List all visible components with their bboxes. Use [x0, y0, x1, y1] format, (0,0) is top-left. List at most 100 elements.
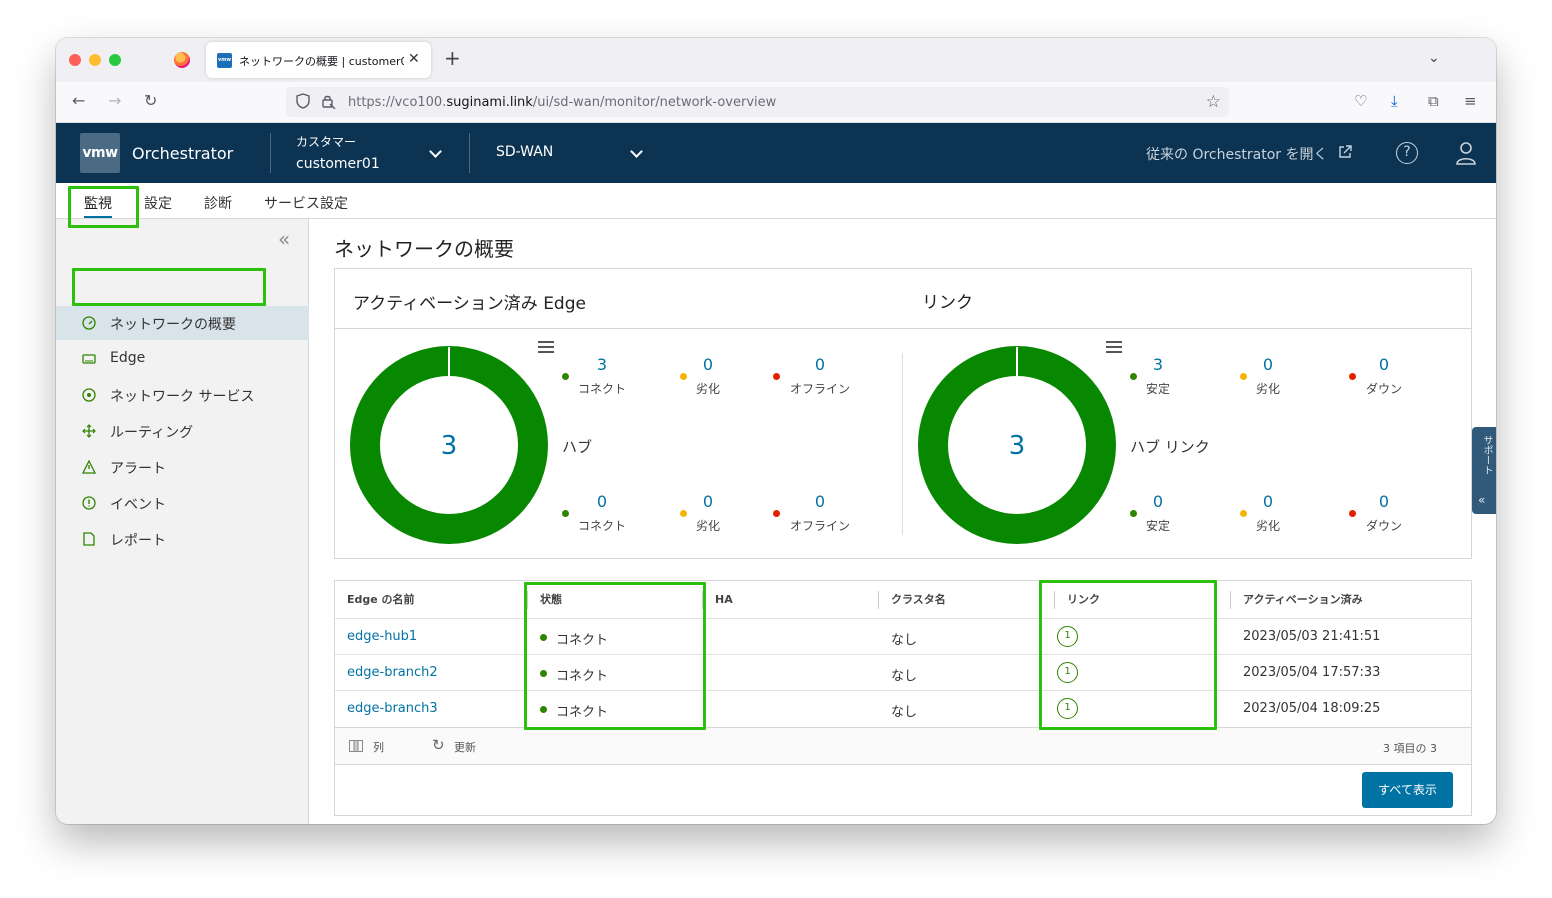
status-connected-dot — [540, 670, 547, 677]
stat-label: 劣化 — [1255, 519, 1280, 533]
minimize-window-button[interactable] — [89, 54, 101, 66]
links-card-title: リンク — [922, 293, 973, 313]
edges-chart-menu-icon[interactable] — [538, 341, 554, 353]
column-separator — [1230, 591, 1231, 609]
close-window-button[interactable] — [69, 54, 81, 66]
edges-stat-connected[interactable]: 3 コネクト — [557, 355, 647, 397]
column-header-status[interactable]: 状態 — [540, 581, 562, 618]
links-stat-stable[interactable]: 3 安定 — [1113, 355, 1203, 397]
stat-value: 3 — [596, 355, 608, 374]
table-row[interactable]: edge-hub1 コネクト なし 1 2023/05/03 21:41:51 — [335, 618, 1471, 654]
edges-total: 3 — [441, 431, 458, 461]
edges-stat-degraded[interactable]: 0 劣化 — [663, 355, 753, 397]
pocket-icon[interactable]: ♡ — [1354, 92, 1367, 110]
column-header-edge-name[interactable]: Edge の名前 — [347, 581, 415, 618]
lock-icon[interactable] — [320, 93, 336, 109]
tab-configure[interactable]: 設定 — [144, 193, 172, 213]
refresh-label: 更新 — [454, 741, 476, 754]
extensions-icon[interactable]: ⧉ — [1428, 92, 1439, 110]
list-tabs-chevron-icon[interactable]: ⌄ — [1428, 50, 1440, 66]
browser-nav-bar: ← → ↻ https://vco100.suginami.link/ui/sd… — [56, 82, 1496, 123]
external-link-icon[interactable] — [1338, 145, 1352, 159]
collapse-sidebar-icon[interactable]: « — [278, 227, 290, 251]
chevron-down-icon[interactable] — [429, 145, 442, 158]
tab-diagnostics[interactable]: 診断 — [204, 193, 232, 213]
links-chart-menu-icon[interactable] — [1106, 341, 1122, 353]
links-stat-degraded[interactable]: 0 劣化 — [1223, 355, 1313, 397]
edge-link-count[interactable]: 1 — [1057, 698, 1078, 719]
column-header-cluster[interactable]: クラスタ名 — [891, 581, 946, 618]
tab-service-settings[interactable]: サービス設定 — [264, 193, 348, 213]
edge-table: Edge の名前 状態 HA クラスタ名 リンク アクティベーション済み edg… — [335, 581, 1471, 765]
table-row[interactable]: edge-branch3 コネクト なし 1 2023/05/04 18:09:… — [335, 690, 1471, 726]
maximize-window-button[interactable] — [109, 54, 121, 66]
sidebar: « ネットワークの概要 Edge ネットワーク サービス ルーティング アラート… — [56, 219, 309, 824]
column-header-activated[interactable]: アクティベーション済み — [1243, 581, 1363, 618]
links-stat-down[interactable]: 0 ダウン — [1339, 355, 1429, 397]
column-header-links[interactable]: リンク — [1067, 581, 1100, 618]
links-stat-degraded[interactable]: 0 劣化 — [1223, 492, 1313, 534]
sidebar-item-label: ルーティング — [110, 425, 194, 441]
links-stat-stable[interactable]: 0 安定 — [1113, 492, 1203, 534]
customer-value: customer01 — [296, 156, 380, 172]
support-side-tab[interactable]: サポート « — [1472, 427, 1496, 514]
address-bar[interactable]: https://vco100.suginami.link/ui/sd-wan/m… — [286, 87, 1229, 117]
edges-stat-degraded[interactable]: 0 劣化 — [663, 492, 753, 534]
downloads-icon[interactable]: ⤓ — [1391, 92, 1398, 110]
hamburger-menu-icon[interactable]: ≡ — [1464, 92, 1477, 110]
open-legacy-orchestrator-link[interactable]: 従来の Orchestrator を開く — [1146, 144, 1327, 164]
sidebar-item-routing[interactable]: ルーティング — [56, 414, 309, 448]
sidebar-item-events[interactable]: イベント — [56, 486, 309, 520]
columns-icon — [349, 740, 363, 752]
tab-monitor[interactable]: 監視 — [84, 193, 112, 218]
new-tab-button[interactable]: + — [444, 48, 461, 68]
chevron-down-icon[interactable] — [630, 145, 643, 158]
stat-label: 劣化 — [695, 519, 720, 533]
links-stat-down[interactable]: 0 ダウン — [1339, 492, 1429, 534]
close-tab-icon[interactable]: ✕ — [408, 51, 420, 67]
tab-strip: vmw ネットワークの概要 | customer01 ✕ + ⌄ — [56, 38, 1496, 82]
stat-value: 0 — [1262, 492, 1274, 511]
dashboard-icon — [82, 316, 96, 330]
show-all-button[interactable]: すべて表示 — [1362, 772, 1453, 808]
browser-window: vmw ネットワークの概要 | customer01 ✕ + ⌄ ← → ↻ h… — [56, 38, 1496, 824]
help-icon[interactable]: ? — [1396, 142, 1418, 164]
firefox-icon[interactable] — [174, 52, 190, 68]
edge-name-link[interactable]: edge-branch2 — [347, 665, 438, 680]
user-icon[interactable] — [1456, 141, 1476, 165]
edges-stat-connected[interactable]: 0 コネクト — [557, 492, 647, 534]
sidebar-item-network-overview[interactable]: ネットワークの概要 — [56, 306, 309, 340]
sidebar-item-reports[interactable]: レポート — [56, 522, 309, 556]
vmware-logo: vmw — [80, 133, 120, 173]
edge-status: コネクト — [556, 633, 609, 648]
sidebar-item-network-services[interactable]: ネットワーク サービス — [56, 378, 309, 412]
sidebar-item-edge[interactable]: Edge — [56, 342, 309, 376]
stat-label: 劣化 — [1255, 382, 1280, 396]
stat-label: ダウン — [1365, 519, 1402, 533]
url-text[interactable]: https://vco100.suginami.link/ui/sd-wan/m… — [348, 95, 776, 110]
edges-group-label: ハブ — [562, 438, 593, 456]
forward-arrow-icon[interactable]: → — [108, 92, 121, 110]
sidebar-item-alerts[interactable]: アラート — [56, 450, 309, 484]
edge-name-link[interactable]: edge-hub1 — [347, 629, 417, 644]
edges-donut-chart[interactable]: 3 — [350, 346, 548, 544]
bookmark-star-icon[interactable]: ☆ — [1206, 92, 1221, 112]
url-path: /ui/sd-wan/monitor/network-overview — [532, 95, 777, 110]
stat-value: 0 — [1262, 355, 1274, 374]
browser-tab-active[interactable]: vmw ネットワークの概要 | customer01 ✕ — [206, 42, 431, 78]
edges-stat-offline[interactable]: 0 オフライン — [775, 492, 865, 534]
sidebar-item-label: ネットワーク サービス — [110, 389, 255, 405]
network-services-icon — [82, 388, 96, 402]
back-arrow-icon[interactable]: ← — [72, 92, 85, 110]
edge-name-link[interactable]: edge-branch3 — [347, 701, 438, 716]
links-donut-chart[interactable]: 3 — [918, 346, 1116, 544]
edges-stat-offline[interactable]: 0 オフライン — [775, 355, 865, 397]
table-row[interactable]: edge-branch2 コネクト なし 1 2023/05/04 17:57:… — [335, 654, 1471, 690]
edge-link-count[interactable]: 1 — [1057, 662, 1078, 683]
column-header-ha[interactable]: HA — [715, 581, 733, 618]
edge-icon — [82, 354, 96, 364]
edge-link-count[interactable]: 1 — [1057, 626, 1078, 647]
tracking-shield-icon[interactable] — [296, 93, 310, 109]
edges-card-title: アクティベーション済み Edge — [353, 294, 586, 314]
reload-icon[interactable]: ↻ — [144, 92, 157, 110]
